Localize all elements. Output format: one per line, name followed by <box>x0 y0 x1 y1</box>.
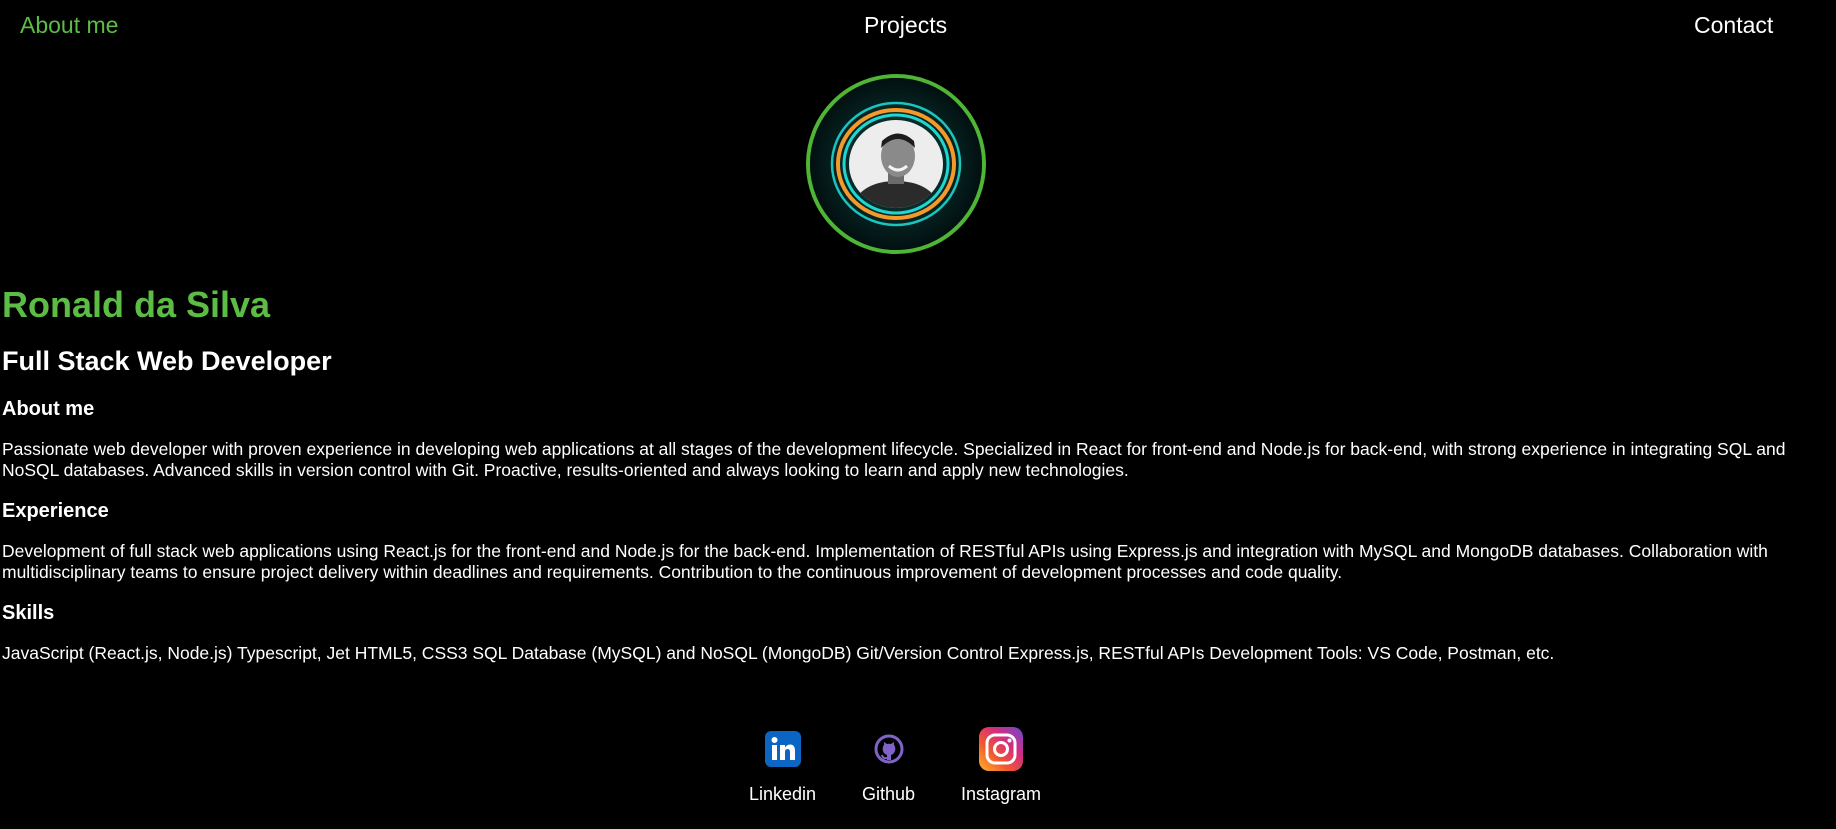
about-title: About me <box>2 398 95 420</box>
instagram-label: Instagram <box>961 784 1042 804</box>
linkedin-icon <box>760 726 806 772</box>
github-link[interactable]: Github <box>862 726 915 805</box>
avatar <box>806 74 986 254</box>
profile-name: Ronald da Silva <box>2 284 271 325</box>
nav-about-link[interactable]: About me <box>20 12 118 39</box>
profile-role: Full Stack Web Developer <box>2 346 332 376</box>
nav-contact-link[interactable]: Contact <box>1694 12 1773 39</box>
about-text: Passionate web developer with proven exp… <box>2 439 1786 480</box>
linkedin-link[interactable]: Linkedin <box>749 726 816 805</box>
experience-title: Experience <box>2 500 109 522</box>
github-icon <box>866 726 912 772</box>
linkedin-label: Linkedin <box>749 784 817 804</box>
skills-text: JavaScript (React.js, Node.js) Typescrip… <box>2 643 1555 663</box>
nav-projects-link[interactable]: Projects <box>864 12 947 39</box>
top-nav: About me Projects Contact <box>0 0 1836 50</box>
skills-title: Skills <box>2 602 55 624</box>
instagram-icon <box>978 726 1024 772</box>
social-links: Linkedin Github Instagram <box>0 726 1836 826</box>
avatar-image <box>810 78 982 250</box>
profile-content: Ronald da Silva Full Stack Web Developer… <box>2 280 1802 664</box>
experience-text: Development of full stack web applicatio… <box>2 541 1768 582</box>
instagram-link[interactable]: Instagram <box>961 726 1041 805</box>
github-label: Github <box>862 784 916 804</box>
